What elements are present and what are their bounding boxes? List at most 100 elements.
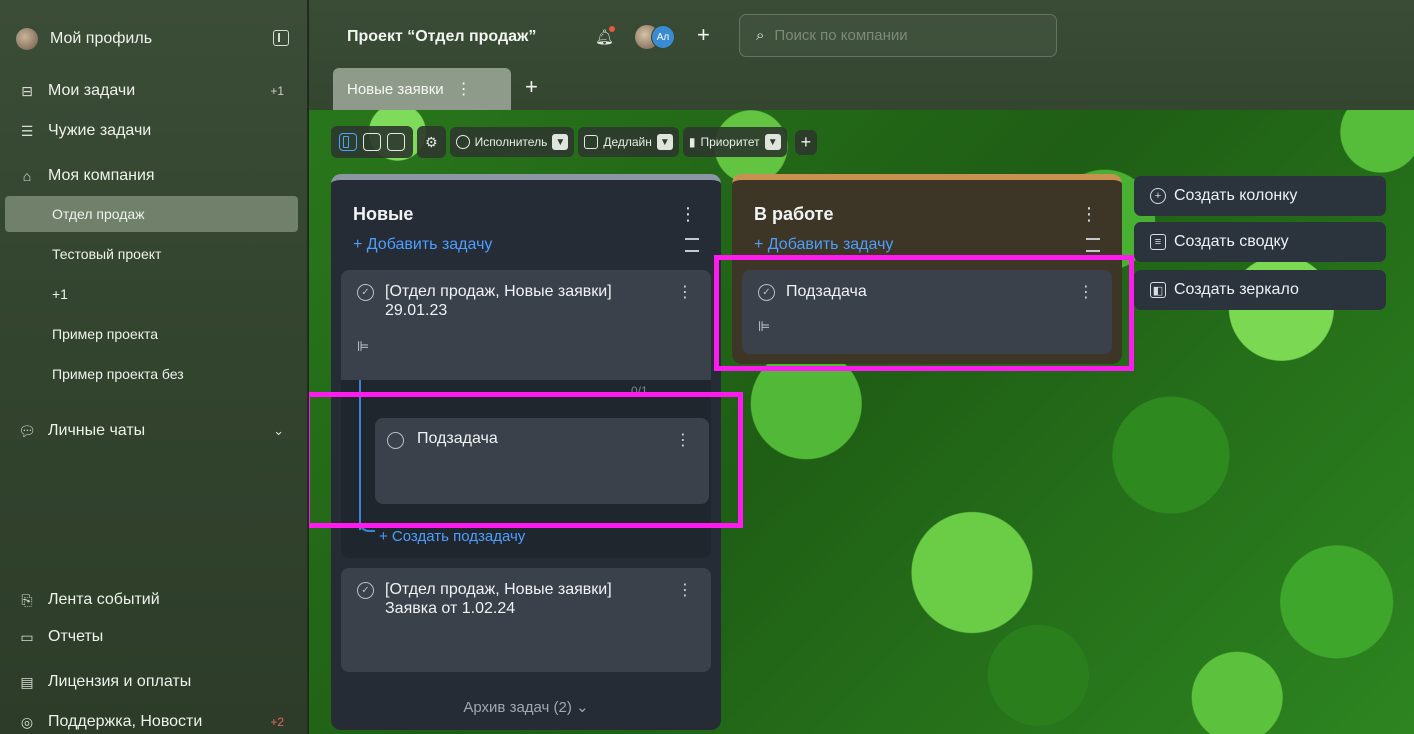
settings-group: ⚙ xyxy=(417,126,446,158)
sidebar-item-events[interactable]: ⎘ Лента событий xyxy=(0,582,308,618)
search-icon: ⌕ xyxy=(756,27,765,44)
create-column-button[interactable]: + Создать колонку xyxy=(1134,176,1386,216)
column-menu-icon[interactable]: ⋮ xyxy=(679,204,697,225)
subtask-title: Подзадача xyxy=(417,430,498,447)
column-menu-icon[interactable]: ⋮ xyxy=(1080,204,1098,225)
filter-label: Исполнитель xyxy=(474,135,548,149)
check-circle-icon[interactable] xyxy=(387,432,404,449)
sidebar-item-support[interactable]: ◎ Поддержка, Новости +2 xyxy=(0,704,308,734)
column-title: В работе xyxy=(754,204,834,224)
filter-priority[interactable]: ▮ Приоритет ▼ xyxy=(682,127,787,157)
card-menu-icon[interactable]: ⋮ xyxy=(1078,282,1094,302)
create-subtask-button[interactable]: + Создать подзадачу xyxy=(379,528,525,545)
subtask-progress xyxy=(375,392,615,396)
sidebar-item-others-tasks[interactable]: ☰ Чужие задачи xyxy=(0,113,308,149)
priority-icon: ▮ xyxy=(688,135,696,149)
button-label: Создать сводку xyxy=(1174,233,1289,250)
check-circle-icon[interactable]: ✓ xyxy=(357,582,374,599)
plus-circle-icon: + xyxy=(1150,188,1166,204)
tab-label: Новые заявки xyxy=(347,80,444,98)
subtask-line-curve xyxy=(359,516,375,532)
add-member-button[interactable]: + xyxy=(697,22,710,48)
kanban-view-icon[interactable] xyxy=(339,133,357,151)
profile-avatar xyxy=(16,28,38,50)
subtask-progress-text: 0/1 xyxy=(631,384,648,398)
subtask-panel: 0/1 Подзадача ⋮ + Создать подзадачу xyxy=(341,380,711,558)
card-menu-icon[interactable]: ⋮ xyxy=(677,580,693,600)
user-icon xyxy=(455,135,470,149)
column-title: Новые xyxy=(353,204,414,224)
add-task-button[interactable]: + Добавить задачу xyxy=(353,236,492,254)
subtask-card[interactable]: Подзадача ⋮ xyxy=(375,418,709,504)
chat-icon: 💬︎ xyxy=(18,422,36,439)
filter-deadline[interactable]: Дедлайн ▼ xyxy=(578,127,679,157)
summary-icon[interactable] xyxy=(1086,238,1100,252)
column-in-progress: В работе ⋮ + Добавить задачу ✓ Подзадача… xyxy=(732,174,1122,364)
search-box[interactable]: ⌕ xyxy=(739,14,1057,57)
sidebar-item-label: Мой профиль xyxy=(50,30,153,47)
sidebar-item-profile[interactable]: Мой профиль xyxy=(0,21,308,57)
task-card[interactable]: ✓ [Отдел продаж, Новые заявки] Заявка от… xyxy=(341,568,711,672)
chevron-down-icon[interactable]: ⌄ xyxy=(273,423,284,439)
sidebar-project-test[interactable]: Тестовый проект xyxy=(0,236,308,272)
task-title: [Отдел продаж, Новые заявки] 29.01.23 xyxy=(385,283,612,319)
add-task-button[interactable]: + Добавить задачу xyxy=(754,236,893,254)
tab-new-requests[interactable]: Новые заявки ⋮ xyxy=(333,68,511,110)
create-mirror-button[interactable]: ◧ Создать зеркало xyxy=(1134,270,1386,310)
sidebar: Мой профиль ⊟ Мои задачи +1 ☰ Чужие зада… xyxy=(0,0,308,734)
calendar-icon xyxy=(584,135,599,149)
check-circle-icon[interactable]: ✓ xyxy=(357,284,374,301)
sidebar-item-label: Отчеты xyxy=(48,628,104,645)
collapse-sidebar-icon[interactable] xyxy=(273,30,289,46)
funnel-icon[interactable]: ▼ xyxy=(656,134,673,150)
button-label: Создать колонку xyxy=(1174,187,1298,204)
sidebar-project-plus[interactable]: +1 xyxy=(0,276,308,312)
sidebar-project-sales[interactable]: Отдел продаж xyxy=(5,196,298,232)
project-label: Пример проекта без xyxy=(52,366,184,382)
sidebar-item-license[interactable]: ▤ Лицензия и оплаты xyxy=(0,664,308,700)
task-card[interactable]: ✓ Подзадача ⋮ ⊫ xyxy=(742,270,1112,354)
tasks-icon: ⊟ xyxy=(21,82,33,99)
create-summary-button[interactable]: ≡ Создать сводку xyxy=(1134,222,1386,262)
sidebar-item-reports[interactable]: ▭ Отчеты xyxy=(0,619,308,655)
sidebar-project-example-no[interactable]: Пример проекта без xyxy=(0,356,308,392)
sidebar-item-personal-chats[interactable]: 💬︎ Личные чаты ⌄ xyxy=(0,413,308,449)
sidebar-item-my-tasks[interactable]: ⊟ Мои задачи +1 xyxy=(0,73,308,109)
subtask-tree-icon[interactable]: ⊫ xyxy=(357,338,369,355)
archive-toggle[interactable]: Архив задач (2) ⌄ xyxy=(331,698,721,716)
mirror-icon: ◧ xyxy=(1150,282,1166,298)
notification-dot xyxy=(609,26,615,32)
member-avatar-initials[interactable]: Ал xyxy=(651,25,675,49)
sidebar-item-label: Чужие задачи xyxy=(48,122,152,139)
task-card[interactable]: ✓ [Отдел продаж, Новые заявки] 29.01.23 … xyxy=(341,270,711,380)
filter-label: Приоритет xyxy=(700,135,760,149)
sidebar-item-my-company[interactable]: ⌂ Моя компания xyxy=(0,158,308,194)
project-label: Пример проекта xyxy=(52,326,159,342)
board-area: Проект “Отдел продаж” 🔔︎ Ал + ⌕ Новые за… xyxy=(309,0,1414,734)
add-filter-button[interactable]: + xyxy=(794,129,818,155)
support-icon: ◎ xyxy=(20,713,34,730)
tab-menu-icon[interactable]: ⋮ xyxy=(456,79,472,99)
calendar-view-icon[interactable] xyxy=(363,133,381,151)
filter-assignee[interactable]: Исполнитель ▼ xyxy=(449,127,575,157)
project-label: +1 xyxy=(52,286,68,302)
card-menu-icon[interactable]: ⋮ xyxy=(677,282,693,302)
search-input[interactable] xyxy=(774,27,1035,44)
company-icon: ⌂ xyxy=(22,168,32,184)
card-menu-icon[interactable]: ⋮ xyxy=(675,430,691,450)
check-circle-icon[interactable]: ✓ xyxy=(758,284,775,301)
subtask-tree-icon[interactable]: ⊫ xyxy=(758,318,770,335)
sidebar-project-example[interactable]: Пример проекта xyxy=(0,316,308,352)
add-tab-button[interactable]: + xyxy=(525,74,538,100)
funnel-icon[interactable]: ▼ xyxy=(552,134,569,150)
summary-icon[interactable] xyxy=(685,238,699,252)
support-badge: +2 xyxy=(270,715,284,729)
list-view-icon[interactable] xyxy=(387,133,405,151)
task-title: [Отдел продаж, Новые заявки] Заявка от 1… xyxy=(385,581,612,617)
summary-icon: ≡ xyxy=(1150,234,1166,250)
sidebar-item-label: Лицензия и оплаты xyxy=(48,673,192,690)
funnel-icon[interactable]: ▼ xyxy=(764,134,781,150)
gear-icon[interactable]: ⚙ xyxy=(425,134,438,151)
column-new: Новые ⋮ + Добавить задачу ✓ [Отдел прода… xyxy=(331,174,721,730)
task-title: Подзадача xyxy=(786,283,867,300)
